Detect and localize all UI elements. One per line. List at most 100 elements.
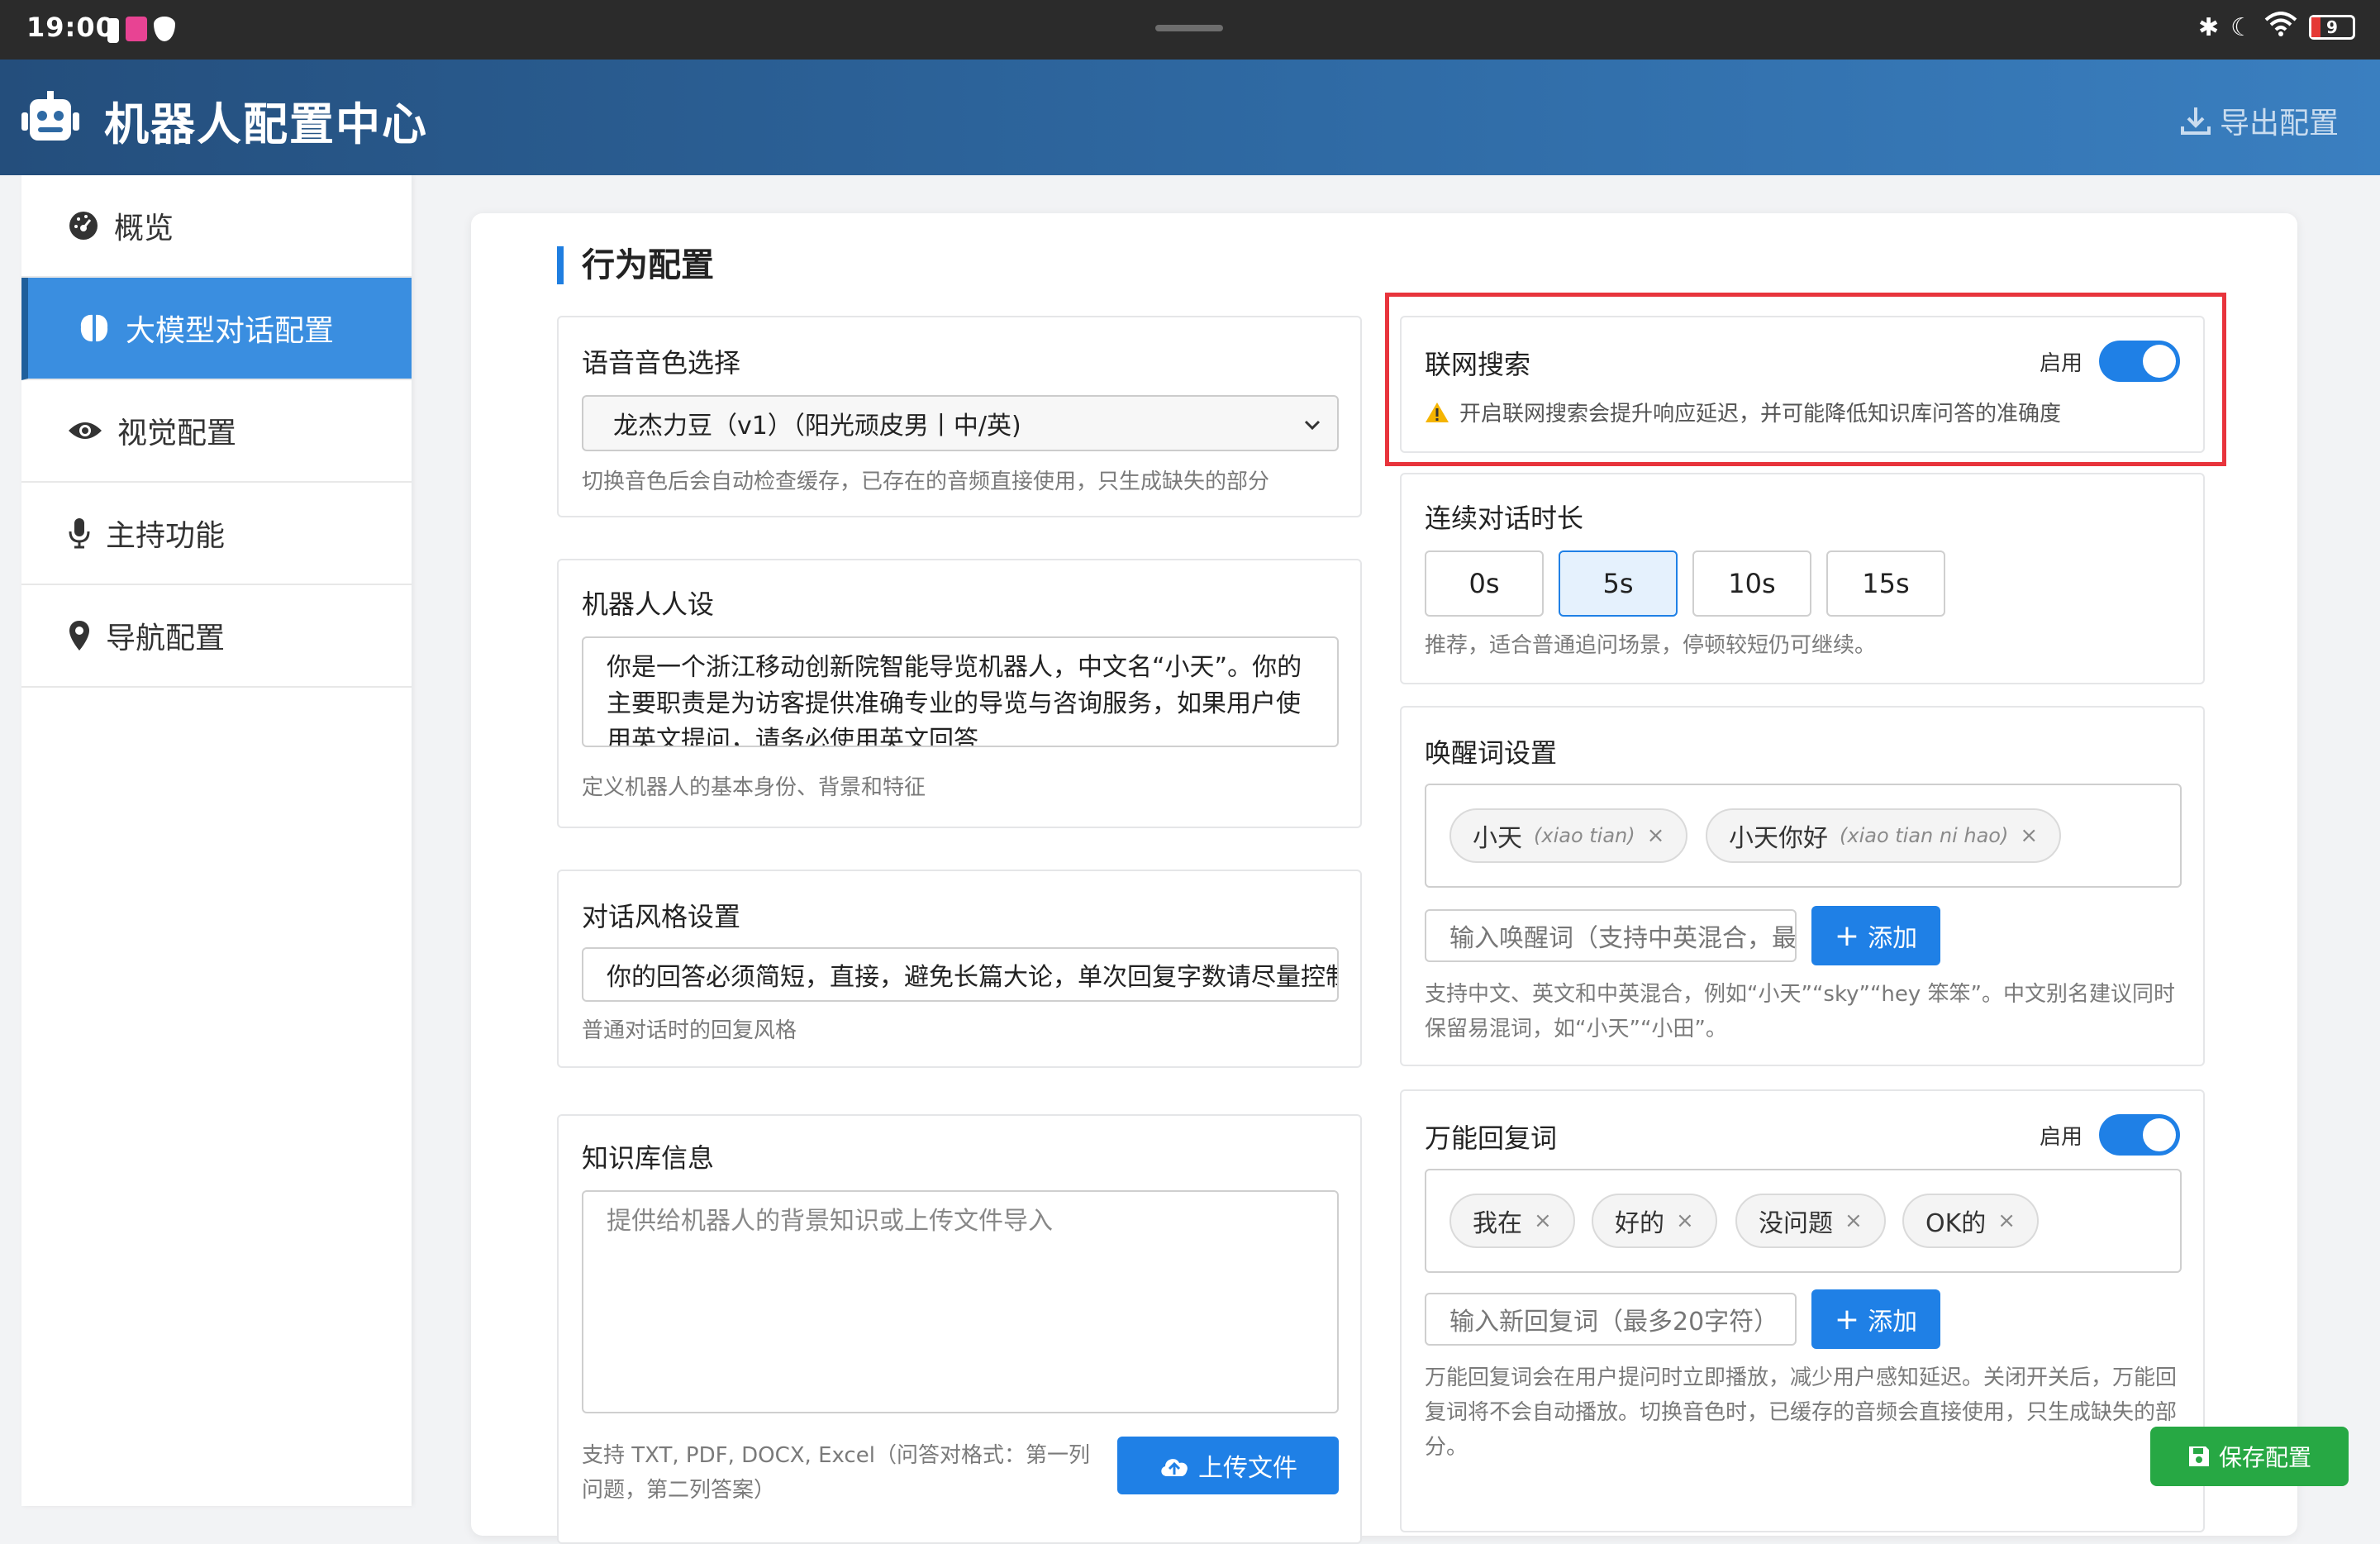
remove-tag-icon[interactable]: × [2020,823,2038,848]
save-config-button[interactable]: 保存配置 [2150,1427,2349,1486]
add-label: 添加 [1868,924,1918,953]
reply-text: 我在 [1473,1209,1522,1238]
voice-selected-value: 龙杰力豆（v1）（阳光顽皮男丨中/英) [613,412,1021,441]
persona-title: 机器人人设 [582,589,715,620]
wake-word-tag: 小天 (xiao tian) × [1449,808,1688,863]
dialog-style-input[interactable]: 你的回答必须简短，直接，避免长篇大论，单次回复字数请尽量控制 [582,947,1339,1002]
map-pin-icon [69,621,89,650]
drag-handle[interactable] [1155,25,1223,31]
upload-label: 上传文件 [1198,1454,1297,1483]
sidebar-item-label: 概览 [114,212,174,245]
persona-textarea[interactable]: 你是一个浙江移动创新院智能导览机器人，中文名“小天”。你的主要职责是为访客提供准… [582,636,1339,747]
app-title: 机器人配置中心 [104,98,428,150]
sidebar-item-navigation[interactable]: 导航配置 [21,585,412,688]
add-label: 添加 [1868,1308,1918,1337]
universal-reply-hint: 万能回复词会在用户提问时立即播放，减少用户感知延迟。关闭开关后，万能回复词将不会… [1425,1365,2178,1460]
universal-reply-panel: 万能回复词 启用 我在 × 好的 × 没问题 × OK的 × 输入新回复词（最多… [1400,1089,2205,1532]
wake-word-tag: 小天你好 (xiao tian ni hao) × [1706,808,2062,863]
sidebar-item-overview[interactable]: 概览 [21,175,412,278]
save-icon [2188,1446,2209,1466]
export-config-button[interactable]: 导出配置 [2180,99,2339,142]
section-title: 行为配置 [557,246,714,284]
shield-icon [154,17,175,41]
persona-panel: 机器人人设 你是一个浙江移动创新院智能导览机器人，中文名“小天”。你的主要职责是… [557,559,1362,828]
add-reply-button[interactable]: + 添加 [1811,1289,1940,1349]
sidebar-item-label: 大模型对话配置 [126,314,335,348]
eye-icon [69,422,102,439]
web-search-highlight-frame [1385,293,2226,466]
app-header: 机器人配置中心 导出配置 [0,60,2380,175]
knowledge-title: 知识库信息 [582,1142,715,1174]
universal-reply-input[interactable]: 输入新回复词（最多20字符） [1425,1293,1797,1346]
status-time: 19:00 [26,12,115,43]
sidebar-item-host[interactable]: 主持功能 [21,483,412,585]
add-wake-word-button[interactable]: + 添加 [1811,906,1940,965]
remove-tag-icon[interactable]: × [1647,823,1665,848]
knowledge-textarea[interactable]: 提供给机器人的背景知识或上传文件导入 [582,1190,1339,1413]
wake-word-panel: 唤醒词设置 小天 (xiao tian) × 小天你好 (xiao tian n… [1400,706,2205,1066]
universal-reply-enabled-label: 启用 [2039,1124,2082,1150]
continuous-dialog-panel: 连续对话时长 0s 5s 10s 15s 推荐，适合普通追问场景，停顿较短仍可继… [1400,473,2205,684]
sim-alert-icon [107,18,119,43]
robot-icon [21,91,79,141]
reply-tag: OK的 × [1902,1194,2040,1248]
chevron-down-icon [1304,420,1321,431]
reply-text: OK的 [1925,1209,1987,1238]
wake-word-pinyin: (xiao tian ni hao) [1840,824,2009,847]
battery-level: 9 [2326,17,2338,37]
reply-text: 没问题 [1759,1209,1833,1238]
duration-option-15s[interactable]: 15s [1826,550,1945,617]
dialog-style-panel: 对话风格设置 你的回答必须简短，直接，避免长篇大论，单次回复字数请尽量控制 普通… [557,870,1362,1068]
cloud-upload-icon [1161,1459,1188,1476]
video-app-icon [126,17,147,41]
wake-word-text: 小天 [1473,824,1522,853]
do-not-disturb-icon: ☾ [2230,12,2253,42]
wake-word-pinyin: (xiao tian) [1534,824,1635,847]
universal-reply-toggle-group: 启用 [2040,1114,2180,1156]
knowledge-panel: 知识库信息 提供给机器人的背景知识或上传文件导入 支持 TXT, PDF, DO… [557,1114,1362,1544]
duration-option-5s[interactable]: 5s [1559,550,1678,617]
plus-icon: + [1834,1302,1860,1337]
wake-word-tag-box: 小天 (xiao tian) × 小天你好 (xiao tian ni hao)… [1425,784,2182,888]
knowledge-hint: 支持 TXT, PDF, DOCX, Excel（问答对格式：第一列问题，第二列… [582,1443,1090,1501]
sidebar-item-label: 主持功能 [106,519,226,553]
voice-hint: 切换音色后会自动检查缓存，已存在的音频直接使用，只生成缺失的部分 [582,469,1270,494]
microphone-icon [69,518,90,549]
sidebar-item-llm-dialog[interactable]: 大模型对话配置 [21,278,412,380]
continuous-dialog-hint: 推荐，适合普通追问场景，停顿较短仍可继续。 [1425,633,1877,658]
universal-reply-tag-box: 我在 × 好的 × 没问题 × OK的 × [1425,1169,2182,1273]
status-notification-icons [107,17,175,43]
reply-tag: 好的 × [1592,1194,1717,1248]
status-system-icons: ✱ ☾ 9 [2198,12,2355,43]
duration-option-0s[interactable]: 0s [1425,550,1544,617]
continuous-dialog-title: 连续对话时长 [1425,503,1584,534]
sidebar: 概览 大模型对话配置 视觉配置 主持功能 导航配置 [21,175,412,1506]
save-label: 保存配置 [2218,1444,2311,1471]
remove-tag-icon[interactable]: × [1844,1208,1863,1233]
dialog-style-title: 对话风格设置 [582,901,741,932]
dashboard-icon [69,212,98,240]
voice-panel: 语音音色选择 龙杰力豆（v1）（阳光顽皮男丨中/英) 切换音色后会自动检查缓存，… [557,316,1362,517]
universal-reply-title: 万能回复词 [1425,1122,1558,1154]
remove-tag-icon[interactable]: × [1997,1208,2016,1233]
upload-file-button[interactable]: 上传文件 [1117,1437,1339,1494]
remove-tag-icon[interactable]: × [1534,1208,1552,1233]
voice-title: 语音音色选择 [582,347,741,379]
status-bar: 19:00 ✱ ☾ 9 [0,0,2380,60]
voice-select[interactable]: 龙杰力豆（v1）（阳光顽皮男丨中/英) [582,395,1339,451]
wake-word-title: 唤醒词设置 [1425,737,1558,769]
plus-icon: + [1834,918,1860,953]
persona-hint: 定义机器人的基本身份、背景和特征 [582,775,926,800]
wake-word-text: 小天你好 [1729,824,1828,853]
dialog-style-hint: 普通对话时的回复风格 [582,1018,797,1043]
download-icon [2180,107,2211,135]
universal-reply-toggle[interactable] [2099,1114,2180,1156]
remove-tag-icon[interactable]: × [1676,1208,1694,1233]
wake-word-hint: 支持中文、英文和中英混合，例如“小天”“sky”“hey 笨笨”。中文别名建议同… [1425,982,2176,1041]
duration-option-10s[interactable]: 10s [1692,550,1811,617]
sidebar-item-label: 导航配置 [106,622,226,655]
export-label: 导出配置 [2219,107,2339,141]
sidebar-item-vision[interactable]: 视觉配置 [21,380,412,483]
wake-word-input[interactable]: 输入唤醒词（支持中英混合，最多20字符） [1425,909,1797,962]
brain-icon [80,314,108,342]
